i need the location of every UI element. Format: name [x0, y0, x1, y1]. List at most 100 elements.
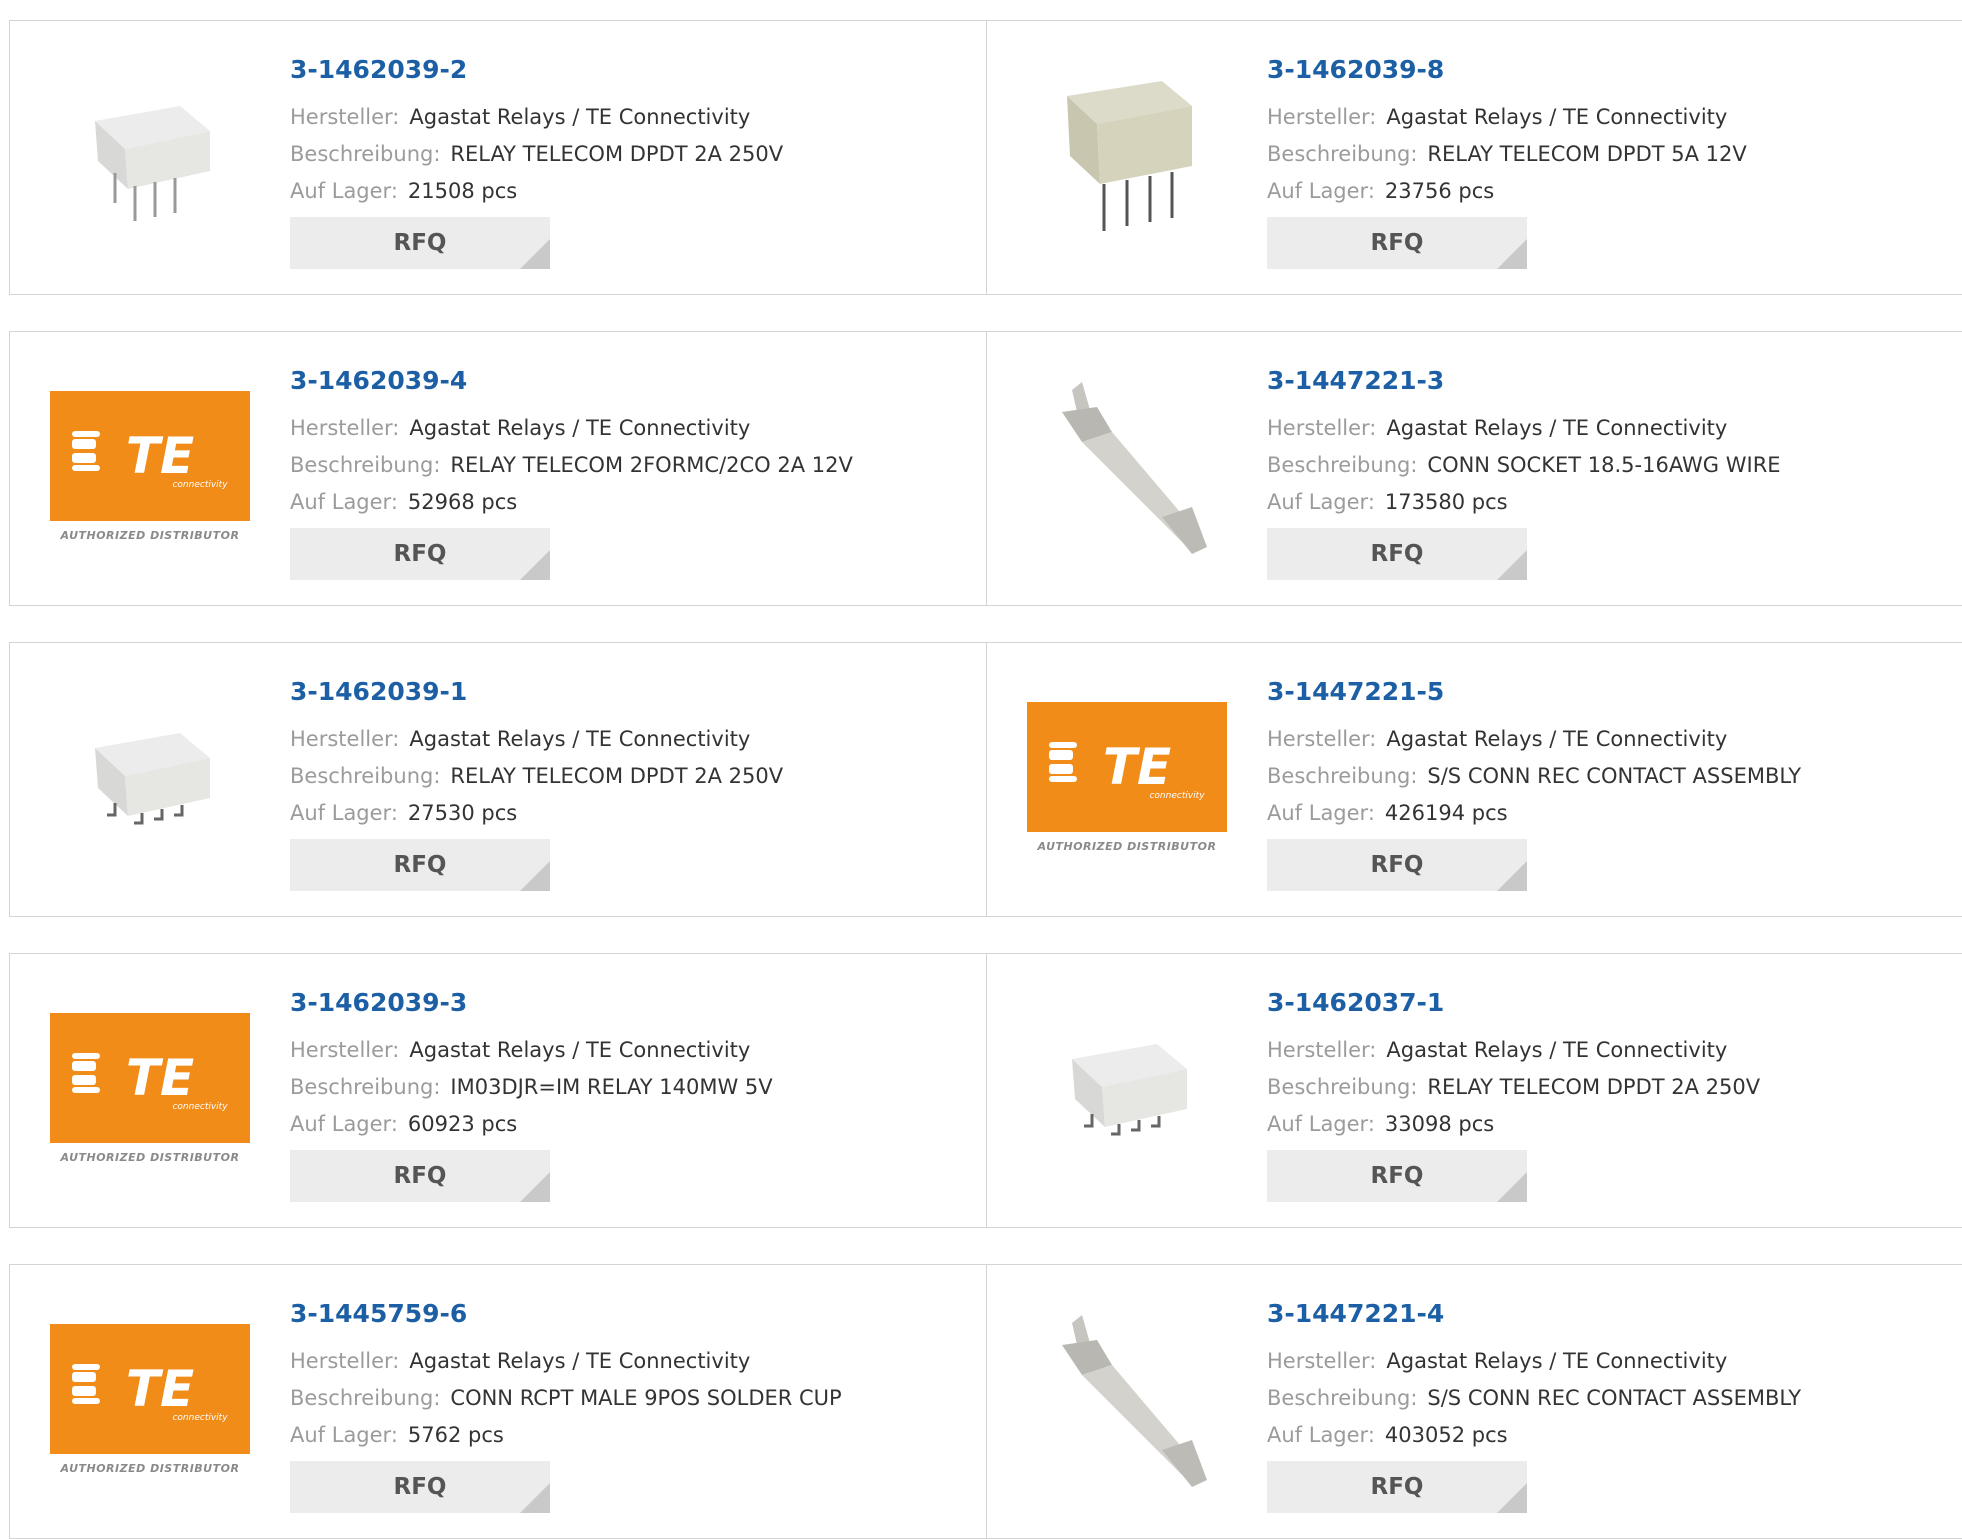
rfq-button[interactable]: RFQ: [290, 217, 550, 269]
part-number-link[interactable]: 3-1447221-3: [1267, 366, 1781, 396]
rfq-label: RFQ: [1370, 230, 1424, 256]
stock-value: 173580 pcs: [1384, 490, 1508, 514]
rfq-button[interactable]: RFQ: [290, 1461, 550, 1513]
rfq-corner-decoration: [1497, 239, 1527, 269]
manufacturer-line: Hersteller: Agastat Relays / TE Connectiv…: [1267, 721, 1801, 758]
rfq-button[interactable]: RFQ: [1267, 1150, 1527, 1202]
product-card: TE connectivity AUTHORIZED DISTRIBUTOR 3…: [9, 953, 987, 1228]
manufacturer-value: Agastat Relays / TE Connectivity: [1386, 727, 1728, 751]
rfq-label: RFQ: [1370, 541, 1424, 567]
part-number-link[interactable]: 3-1462039-1: [290, 677, 783, 707]
product-image[interactable]: TE connectivity AUTHORIZED DISTRIBUTOR: [50, 986, 250, 1191]
product-row: TE connectivity AUTHORIZED DISTRIBUTOR 3…: [9, 331, 1962, 606]
product-info: 3-1447221-4 Hersteller: Agastat Relays / …: [1267, 1299, 1801, 1513]
part-number-link[interactable]: 3-1447221-5: [1267, 677, 1801, 707]
rfq-label: RFQ: [1370, 852, 1424, 878]
part-number-link[interactable]: 3-1462039-3: [290, 988, 773, 1018]
rfq-button[interactable]: RFQ: [1267, 217, 1527, 269]
manufacturer-value: Agastat Relays / TE Connectivity: [1386, 416, 1728, 440]
product-image[interactable]: [1027, 986, 1227, 1191]
manufacturer-label: Hersteller:: [1267, 1349, 1377, 1373]
svg-text:TE: TE: [126, 1049, 194, 1107]
description-value: S/S CONN REC CONTACT ASSEMBLY: [1427, 764, 1802, 788]
authorized-distributor-badge: AUTHORIZED DISTRIBUTOR: [60, 1462, 240, 1475]
part-number-link[interactable]: 3-1462039-4: [290, 366, 853, 396]
description-line: Beschreibung: RELAY TELECOM DPDT 2A 250V: [290, 758, 783, 795]
description-label: Beschreibung:: [290, 1075, 441, 1099]
description-value: IM03DJR=IM RELAY 140MW 5V: [450, 1075, 773, 1099]
description-line: Beschreibung: IM03DJR=IM RELAY 140MW 5V: [290, 1069, 773, 1106]
description-value: RELAY TELECOM DPDT 2A 250V: [1427, 1075, 1761, 1099]
te-authorized-distributor-logo: TE connectivity AUTHORIZED DISTRIBUTOR: [50, 391, 250, 542]
manufacturer-value: Agastat Relays / TE Connectivity: [409, 416, 751, 440]
relay-thru-hole-icon: [95, 105, 210, 221]
stock-label: Auf Lager:: [1267, 490, 1375, 514]
description-value: RELAY TELECOM DPDT 5A 12V: [1427, 142, 1747, 166]
product-image[interactable]: TE connectivity AUTHORIZED DISTRIBUTOR: [1027, 675, 1227, 880]
stock-line: Auf Lager: 403052 pcs: [1267, 1417, 1801, 1454]
product-image[interactable]: [50, 675, 250, 880]
manufacturer-value: Agastat Relays / TE Connectivity: [409, 105, 751, 129]
rfq-button[interactable]: RFQ: [1267, 1461, 1527, 1513]
stock-label: Auf Lager:: [1267, 179, 1375, 203]
svg-text:connectivity: connectivity: [172, 1413, 228, 1423]
rfq-button[interactable]: RFQ: [1267, 528, 1527, 580]
rfq-button[interactable]: RFQ: [1267, 839, 1527, 891]
manufacturer-label: Hersteller:: [290, 105, 400, 129]
rfq-label: RFQ: [393, 852, 447, 878]
product-card: 3-1462039-1 Hersteller: Agastat Relays / …: [9, 642, 987, 917]
stock-value: 23756 pcs: [1384, 179, 1495, 203]
part-number-link[interactable]: 3-1445759-6: [290, 1299, 842, 1329]
part-number-link[interactable]: 3-1462037-1: [1267, 988, 1760, 1018]
te-connectivity-logo-icon: TE connectivity: [50, 1013, 250, 1143]
product-info: 3-1462039-4 Hersteller: Agastat Relays / …: [290, 366, 853, 580]
description-line: Beschreibung: RELAY TELECOM 2FORMC/2CO 2A…: [290, 447, 853, 484]
product-info: 3-1462039-1 Hersteller: Agastat Relays / …: [290, 677, 783, 891]
part-number-link[interactable]: 3-1447221-4: [1267, 1299, 1801, 1329]
description-label: Beschreibung:: [290, 142, 441, 166]
rfq-button[interactable]: RFQ: [290, 839, 550, 891]
description-label: Beschreibung:: [1267, 1075, 1418, 1099]
manufacturer-value: Agastat Relays / TE Connectivity: [409, 727, 751, 751]
stock-line: Auf Lager: 60923 pcs: [290, 1106, 773, 1143]
product-image[interactable]: [1027, 364, 1227, 569]
description-line: Beschreibung: CONN SOCKET 18.5-16AWG WIRE: [1267, 447, 1781, 484]
manufacturer-line: Hersteller: Agastat Relays / TE Connectiv…: [290, 1032, 773, 1069]
relay-smd-icon: [1072, 1043, 1187, 1135]
stock-label: Auf Lager:: [1267, 1112, 1375, 1136]
stock-value: 52968 pcs: [407, 490, 518, 514]
stock-value: 33098 pcs: [1384, 1112, 1495, 1136]
manufacturer-label: Hersteller:: [1267, 105, 1377, 129]
stock-line: Auf Lager: 52968 pcs: [290, 484, 853, 521]
description-label: Beschreibung:: [290, 764, 441, 788]
description-line: Beschreibung: RELAY TELECOM DPDT 5A 12V: [1267, 136, 1747, 173]
rfq-label: RFQ: [393, 1474, 447, 1500]
description-value: RELAY TELECOM DPDT 2A 250V: [450, 764, 784, 788]
rfq-button[interactable]: RFQ: [290, 528, 550, 580]
stock-label: Auf Lager:: [1267, 801, 1375, 825]
product-image[interactable]: TE connectivity AUTHORIZED DISTRIBUTOR: [50, 1297, 250, 1502]
svg-text:connectivity: connectivity: [172, 480, 228, 490]
authorized-distributor-badge: AUTHORIZED DISTRIBUTOR: [60, 1151, 240, 1164]
part-number-link[interactable]: 3-1462039-8: [1267, 55, 1747, 85]
te-connectivity-logo-icon: TE connectivity: [50, 1324, 250, 1454]
product-image[interactable]: TE connectivity AUTHORIZED DISTRIBUTOR: [50, 364, 250, 569]
rfq-label: RFQ: [1370, 1474, 1424, 1500]
rfq-button[interactable]: RFQ: [290, 1150, 550, 1202]
stock-value: 5762 pcs: [407, 1423, 504, 1447]
svg-text:TE: TE: [126, 1360, 194, 1418]
svg-text:connectivity: connectivity: [1149, 791, 1205, 801]
product-info: 3-1445759-6 Hersteller: Agastat Relays / …: [290, 1299, 842, 1513]
relay-smd-icon: [95, 732, 210, 824]
product-card: 3-1447221-4 Hersteller: Agastat Relays / …: [986, 1264, 1962, 1539]
product-row: TE connectivity AUTHORIZED DISTRIBUTOR 3…: [9, 953, 1962, 1228]
part-number-link[interactable]: 3-1462039-2: [290, 55, 783, 85]
te-connectivity-logo-icon: TE connectivity: [50, 391, 250, 521]
product-image[interactable]: [50, 53, 250, 258]
stock-label: Auf Lager:: [290, 179, 398, 203]
rfq-corner-decoration: [520, 239, 550, 269]
description-label: Beschreibung:: [1267, 1386, 1418, 1410]
te-connectivity-logo-icon: TE connectivity: [1027, 702, 1227, 832]
product-image[interactable]: [1027, 1297, 1227, 1502]
product-image[interactable]: [1027, 53, 1227, 258]
